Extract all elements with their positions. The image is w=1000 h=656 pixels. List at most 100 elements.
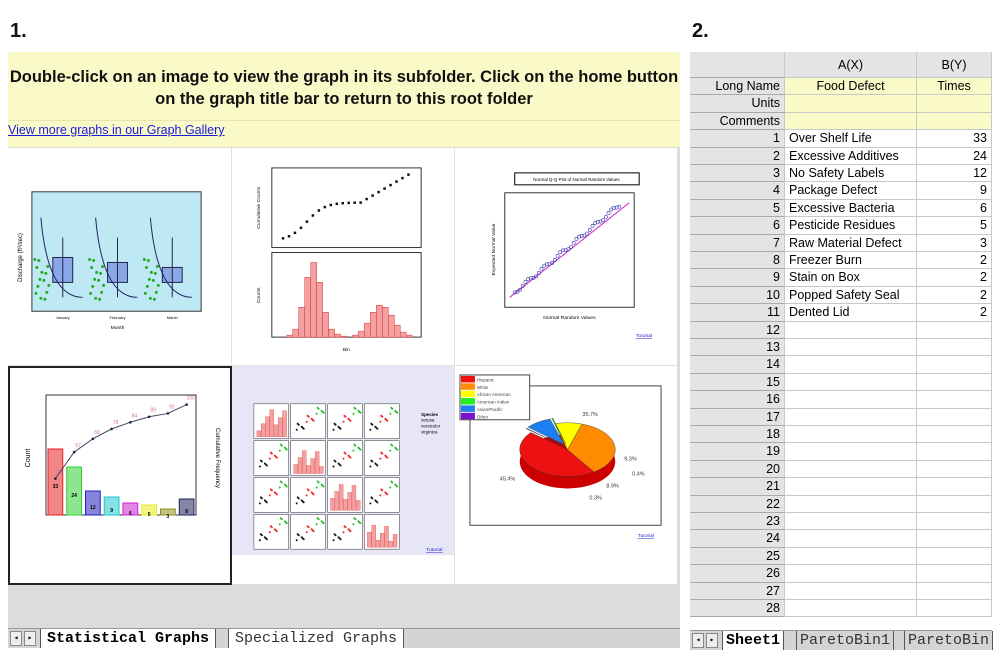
cell-food-defect[interactable]: Stain on Box bbox=[785, 269, 917, 287]
row-number[interactable]: 10 bbox=[690, 286, 785, 305]
thumbnail-histogram[interactable]: Cumulative Counts Counts Bin bbox=[232, 148, 455, 366]
row-number[interactable]: 20 bbox=[690, 460, 785, 479]
row-number[interactable]: 5 bbox=[690, 199, 785, 218]
cell-times[interactable] bbox=[917, 460, 992, 479]
cell-times[interactable]: 2 bbox=[917, 269, 992, 287]
row-number[interactable]: 19 bbox=[690, 443, 785, 461]
cell-times[interactable] bbox=[917, 321, 992, 339]
tab-specialized-graphs[interactable]: Specialized Graphs bbox=[228, 629, 405, 648]
row-number[interactable]: 15 bbox=[690, 373, 785, 392]
cell-times[interactable]: 6 bbox=[917, 199, 992, 218]
scroll-left-button[interactable]: ◂ bbox=[692, 633, 704, 648]
scroll-right-button[interactable]: ▸ bbox=[24, 631, 36, 646]
row-number[interactable]: 26 bbox=[690, 565, 785, 583]
row-number[interactable]: 28 bbox=[690, 600, 785, 618]
graph-gallery-link[interactable]: View more graphs in our Graph Gallery bbox=[8, 123, 225, 137]
tab-paretobin[interactable]: ParetoBin bbox=[904, 631, 994, 650]
cell-food-defect[interactable]: Package Defect bbox=[785, 182, 917, 200]
cell-times[interactable] bbox=[917, 426, 992, 444]
cell-food-defect[interactable] bbox=[785, 426, 917, 444]
cell-times[interactable]: 2 bbox=[917, 252, 992, 270]
cell-food-defect[interactable] bbox=[785, 391, 917, 409]
cell-food-defect[interactable]: Over Shelf Life bbox=[785, 130, 917, 148]
scroll-right-button[interactable]: ▸ bbox=[706, 633, 718, 648]
row-number[interactable]: 27 bbox=[690, 582, 785, 600]
cell-food-defect[interactable] bbox=[785, 443, 917, 461]
cell-food-defect[interactable]: Raw Material Defect bbox=[785, 234, 917, 252]
cell-food-defect[interactable]: Pesticide Residues bbox=[785, 217, 917, 235]
tab-statistical-graphs[interactable]: Statistical Graphs bbox=[40, 629, 217, 648]
row-number[interactable]: 24 bbox=[690, 530, 785, 548]
row-number[interactable]: 1 bbox=[690, 130, 785, 148]
cell-food-defect[interactable] bbox=[785, 339, 917, 357]
cell-food-defect[interactable] bbox=[785, 373, 917, 392]
cell-food-defect[interactable]: Excessive Bacteria bbox=[785, 199, 917, 218]
thumbnail-pie-chart[interactable]: Hispanic White African American American In… bbox=[455, 366, 678, 585]
cell-times[interactable]: 3 bbox=[917, 234, 992, 252]
meta-cell-b[interactable] bbox=[917, 112, 992, 131]
scroll-left-button[interactable]: ◂ bbox=[10, 631, 22, 646]
row-number[interactable]: 11 bbox=[690, 304, 785, 322]
cell-times[interactable] bbox=[917, 408, 992, 426]
tab-paretobin1[interactable]: ParetoBin1 bbox=[796, 631, 895, 650]
row-number[interactable]: 2 bbox=[690, 147, 785, 165]
row-number[interactable]: 16 bbox=[690, 391, 785, 409]
cell-food-defect[interactable] bbox=[785, 321, 917, 339]
meta-cell-a[interactable] bbox=[785, 95, 917, 113]
row-number[interactable]: 22 bbox=[690, 495, 785, 513]
cell-food-defect[interactable] bbox=[785, 478, 917, 496]
cell-times[interactable] bbox=[917, 495, 992, 513]
cell-times[interactable] bbox=[917, 391, 992, 409]
thumbnail-qq-plot[interactable]: Normal Q-Q Plot of Normal Random Values N… bbox=[455, 148, 678, 366]
cell-times[interactable]: 2 bbox=[917, 286, 992, 305]
cell-food-defect[interactable] bbox=[785, 408, 917, 426]
cell-food-defect[interactable] bbox=[785, 460, 917, 479]
meta-cell-b[interactable] bbox=[917, 95, 992, 113]
cell-food-defect[interactable]: Excessive Additives bbox=[785, 147, 917, 165]
cell-times[interactable]: 5 bbox=[917, 217, 992, 235]
cell-food-defect[interactable] bbox=[785, 513, 917, 531]
cell-food-defect[interactable]: No Safety Labels bbox=[785, 165, 917, 183]
cell-food-defect[interactable]: Dented Lid bbox=[785, 304, 917, 322]
thumbnail-box-chart[interactable]: Discharge (ft³/sec) Month January February M… bbox=[8, 148, 232, 366]
row-number[interactable]: 8 bbox=[690, 252, 785, 270]
row-number[interactable]: 6 bbox=[690, 217, 785, 235]
row-number[interactable]: 18 bbox=[690, 426, 785, 444]
cell-times[interactable]: 2 bbox=[917, 304, 992, 322]
row-number[interactable]: 21 bbox=[690, 478, 785, 496]
row-number[interactable]: 17 bbox=[690, 408, 785, 426]
cell-times[interactable] bbox=[917, 582, 992, 600]
cell-times[interactable] bbox=[917, 513, 992, 531]
cell-food-defect[interactable] bbox=[785, 495, 917, 513]
cell-food-defect[interactable]: Popped Safety Seal bbox=[785, 286, 917, 305]
tab-sheet1[interactable]: Sheet1 bbox=[722, 631, 785, 650]
cell-food-defect[interactable] bbox=[785, 582, 917, 600]
row-number[interactable]: 3 bbox=[690, 165, 785, 183]
column-header-a[interactable]: A(X) bbox=[785, 52, 917, 78]
row-number[interactable]: 25 bbox=[690, 547, 785, 566]
thumbnail-scatter-matrix[interactable]: Species setosa versicolor virginica Tutorial bbox=[232, 366, 455, 585]
column-header-b[interactable]: B(Y) bbox=[917, 52, 992, 78]
cell-times[interactable] bbox=[917, 443, 992, 461]
row-number[interactable]: 9 bbox=[690, 269, 785, 287]
row-number[interactable]: 14 bbox=[690, 356, 785, 374]
cell-times[interactable] bbox=[917, 478, 992, 496]
row-number[interactable]: 13 bbox=[690, 339, 785, 357]
cell-times[interactable]: 33 bbox=[917, 130, 992, 148]
thumbnail-pareto-chart[interactable]: Count Cumulative Frequency 33 33 24 57 12 69 9 78… bbox=[8, 366, 232, 585]
cell-times[interactable] bbox=[917, 356, 992, 374]
cell-food-defect[interactable] bbox=[785, 356, 917, 374]
row-number[interactable]: 7 bbox=[690, 234, 785, 252]
corner-cell[interactable] bbox=[690, 52, 785, 78]
cell-food-defect[interactable] bbox=[785, 547, 917, 566]
row-number[interactable]: 23 bbox=[690, 513, 785, 531]
cell-food-defect[interactable] bbox=[785, 565, 917, 583]
cell-times[interactable]: 12 bbox=[917, 165, 992, 183]
cell-times[interactable] bbox=[917, 600, 992, 618]
meta-cell-a[interactable]: Food Defect bbox=[785, 78, 917, 96]
cell-food-defect[interactable] bbox=[785, 600, 917, 618]
cell-times[interactable] bbox=[917, 373, 992, 392]
cell-times[interactable] bbox=[917, 547, 992, 566]
meta-cell-a[interactable] bbox=[785, 112, 917, 131]
cell-times[interactable] bbox=[917, 339, 992, 357]
